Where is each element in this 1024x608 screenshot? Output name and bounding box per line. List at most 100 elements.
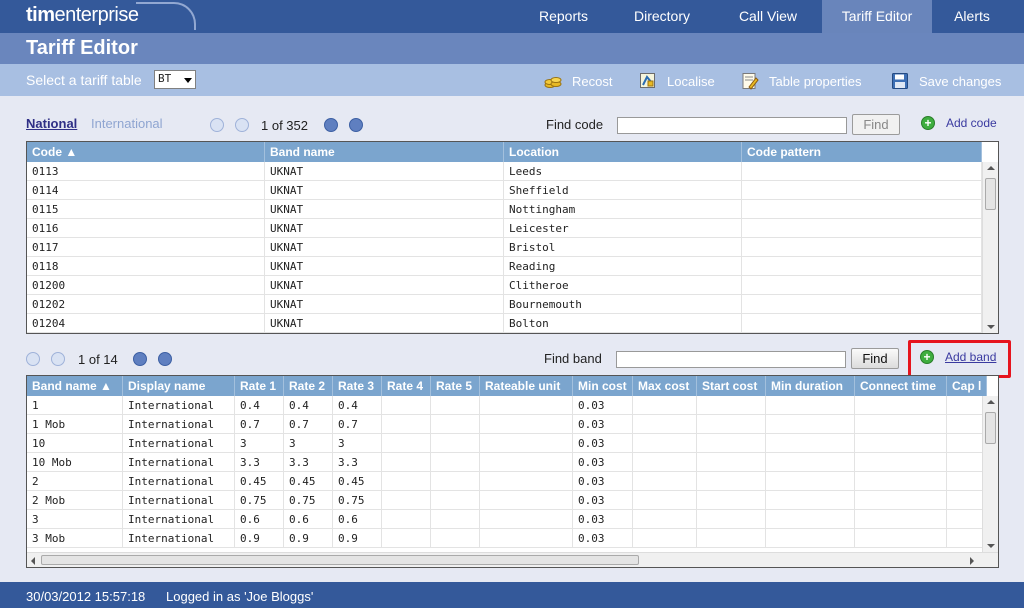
- bands-table-cell[interactable]: [633, 529, 697, 548]
- bands-horizontal-scrollbar[interactable]: [27, 552, 998, 567]
- codes-table-cell[interactable]: Reading: [504, 257, 742, 276]
- bands-table-cell[interactable]: 0.9: [333, 529, 382, 548]
- bands-table-cell[interactable]: [431, 529, 480, 548]
- bands-table-cell[interactable]: [855, 491, 947, 510]
- column-header-cap[interactable]: Cap l: [947, 376, 987, 396]
- bands-table-cell[interactable]: [431, 415, 480, 434]
- column-header-band-name[interactable]: Band name ▲: [27, 376, 123, 396]
- codes-table-cell[interactable]: 0113: [27, 162, 265, 181]
- bands-table-cell[interactable]: 3.3: [333, 453, 382, 472]
- codes-table-cell[interactable]: 01204: [27, 314, 265, 333]
- find-code-input[interactable]: [617, 117, 847, 134]
- bands-table-cell[interactable]: 3.3: [235, 453, 284, 472]
- codes-table-cell[interactable]: [742, 295, 982, 314]
- bands-table-cell[interactable]: [947, 472, 987, 491]
- codes-table-cell[interactable]: 01200: [27, 276, 265, 295]
- scroll-thumb[interactable]: [985, 412, 996, 444]
- bands-table-cell[interactable]: 0.7: [333, 415, 382, 434]
- bands-table-cell[interactable]: [947, 510, 987, 529]
- bands-table-cell[interactable]: [431, 472, 480, 491]
- bands-table-row[interactable]: 3 Mob International 0.9 0.9 0.9 0.03: [27, 529, 987, 548]
- codes-table-cell[interactable]: [742, 314, 982, 333]
- bands-table-cell[interactable]: 3: [27, 510, 123, 529]
- scroll-thumb[interactable]: [985, 178, 996, 210]
- bands-table-cell[interactable]: [697, 472, 766, 491]
- column-header-start-cost[interactable]: Start cost: [697, 376, 766, 396]
- bands-table-cell[interactable]: [633, 434, 697, 453]
- nav-alerts[interactable]: Alerts: [932, 0, 1024, 33]
- next-page-icon[interactable]: [324, 118, 338, 132]
- bands-table-cell[interactable]: 0.03: [573, 396, 633, 415]
- column-header-rateable-unit[interactable]: Rateable unit: [480, 376, 573, 396]
- bands-table-cell[interactable]: [431, 510, 480, 529]
- bands-table-cell[interactable]: International: [123, 510, 235, 529]
- bands-table-cell[interactable]: 0.75: [235, 491, 284, 510]
- codes-table-cell[interactable]: UKNAT: [265, 314, 504, 333]
- bands-table-cell[interactable]: [947, 415, 987, 434]
- bands-table-cell[interactable]: [855, 396, 947, 415]
- bands-table-cell[interactable]: [480, 453, 573, 472]
- bands-table-cell[interactable]: [382, 510, 431, 529]
- bands-table-cell[interactable]: [855, 529, 947, 548]
- bands-table-row[interactable]: 3 International 0.6 0.6 0.6 0.03: [27, 510, 987, 529]
- bands-table-cell[interactable]: 0.03: [573, 453, 633, 472]
- bands-table-cell[interactable]: [766, 453, 855, 472]
- bands-table-cell[interactable]: [382, 434, 431, 453]
- prev-page-icon[interactable]: [235, 118, 249, 132]
- column-header-location[interactable]: Location: [504, 142, 742, 162]
- bands-table-cell[interactable]: [855, 415, 947, 434]
- codes-table-row[interactable]: 0117 UKNAT Bristol: [27, 238, 982, 257]
- bands-table-cell[interactable]: International: [123, 434, 235, 453]
- codes-table-row[interactable]: 01202 UKNAT Bournemouth: [27, 295, 982, 314]
- app-logo[interactable]: timenterprise: [26, 2, 196, 30]
- codes-table-cell[interactable]: UKNAT: [265, 276, 504, 295]
- bands-table-cell[interactable]: [766, 472, 855, 491]
- recost-button[interactable]: Recost: [544, 71, 612, 91]
- bands-table-cell[interactable]: 3: [284, 434, 333, 453]
- bands-table-cell[interactable]: [382, 472, 431, 491]
- bands-table-cell[interactable]: [697, 491, 766, 510]
- bands-table-cell[interactable]: International: [123, 415, 235, 434]
- codes-table-cell[interactable]: [742, 181, 982, 200]
- codes-table-cell[interactable]: 0115: [27, 200, 265, 219]
- codes-table-cell[interactable]: [742, 238, 982, 257]
- codes-table-cell[interactable]: Bournemouth: [504, 295, 742, 314]
- bands-table-cell[interactable]: 0.45: [235, 472, 284, 491]
- bands-table-cell[interactable]: 1: [27, 396, 123, 415]
- bands-table-cell[interactable]: 0.6: [284, 510, 333, 529]
- bands-table-cell[interactable]: [633, 491, 697, 510]
- add-code-icon[interactable]: +: [921, 116, 935, 130]
- bands-next-page-icon[interactable]: [133, 352, 147, 366]
- column-header-rate-4[interactable]: Rate 4: [382, 376, 431, 396]
- bands-table-row[interactable]: 2 Mob International 0.75 0.75 0.75 0.03: [27, 491, 987, 510]
- codes-table-cell[interactable]: [742, 200, 982, 219]
- column-header-rate-3[interactable]: Rate 3: [333, 376, 382, 396]
- codes-table-cell[interactable]: 0118: [27, 257, 265, 276]
- codes-table-cell[interactable]: 0117: [27, 238, 265, 257]
- bands-table-cell[interactable]: [431, 491, 480, 510]
- nav-tariff-editor[interactable]: Tariff Editor: [822, 0, 932, 33]
- bands-table-cell[interactable]: [947, 491, 987, 510]
- column-header-connect-time[interactable]: Connect time: [855, 376, 947, 396]
- column-header-max-cost[interactable]: Max cost: [633, 376, 697, 396]
- bands-vertical-scrollbar[interactable]: [982, 396, 998, 552]
- bands-table-row[interactable]: 1 International 0.4 0.4 0.4 0.03: [27, 396, 987, 415]
- bands-table-cell[interactable]: 10 Mob: [27, 453, 123, 472]
- bands-table-cell[interactable]: [697, 396, 766, 415]
- bands-table-cell[interactable]: 2 Mob: [27, 491, 123, 510]
- bands-table-cell[interactable]: [633, 396, 697, 415]
- bands-table-cell[interactable]: [480, 396, 573, 415]
- codes-table-row[interactable]: 0113 UKNAT Leeds: [27, 162, 982, 181]
- find-band-button[interactable]: Find: [851, 348, 899, 369]
- column-header-min-cost[interactable]: Min cost: [573, 376, 633, 396]
- bands-table-cell[interactable]: 0.45: [333, 472, 382, 491]
- scroll-right-icon[interactable]: [970, 557, 974, 565]
- find-band-input[interactable]: [616, 351, 846, 368]
- column-header-band-name[interactable]: Band name: [265, 142, 504, 162]
- bands-table-cell[interactable]: 0.03: [573, 529, 633, 548]
- codes-table-cell[interactable]: Clitheroe: [504, 276, 742, 295]
- tab-international[interactable]: International: [91, 116, 163, 131]
- bands-first-page-icon[interactable]: [26, 352, 40, 366]
- bands-table-cell[interactable]: [766, 434, 855, 453]
- bands-table-cell[interactable]: [633, 510, 697, 529]
